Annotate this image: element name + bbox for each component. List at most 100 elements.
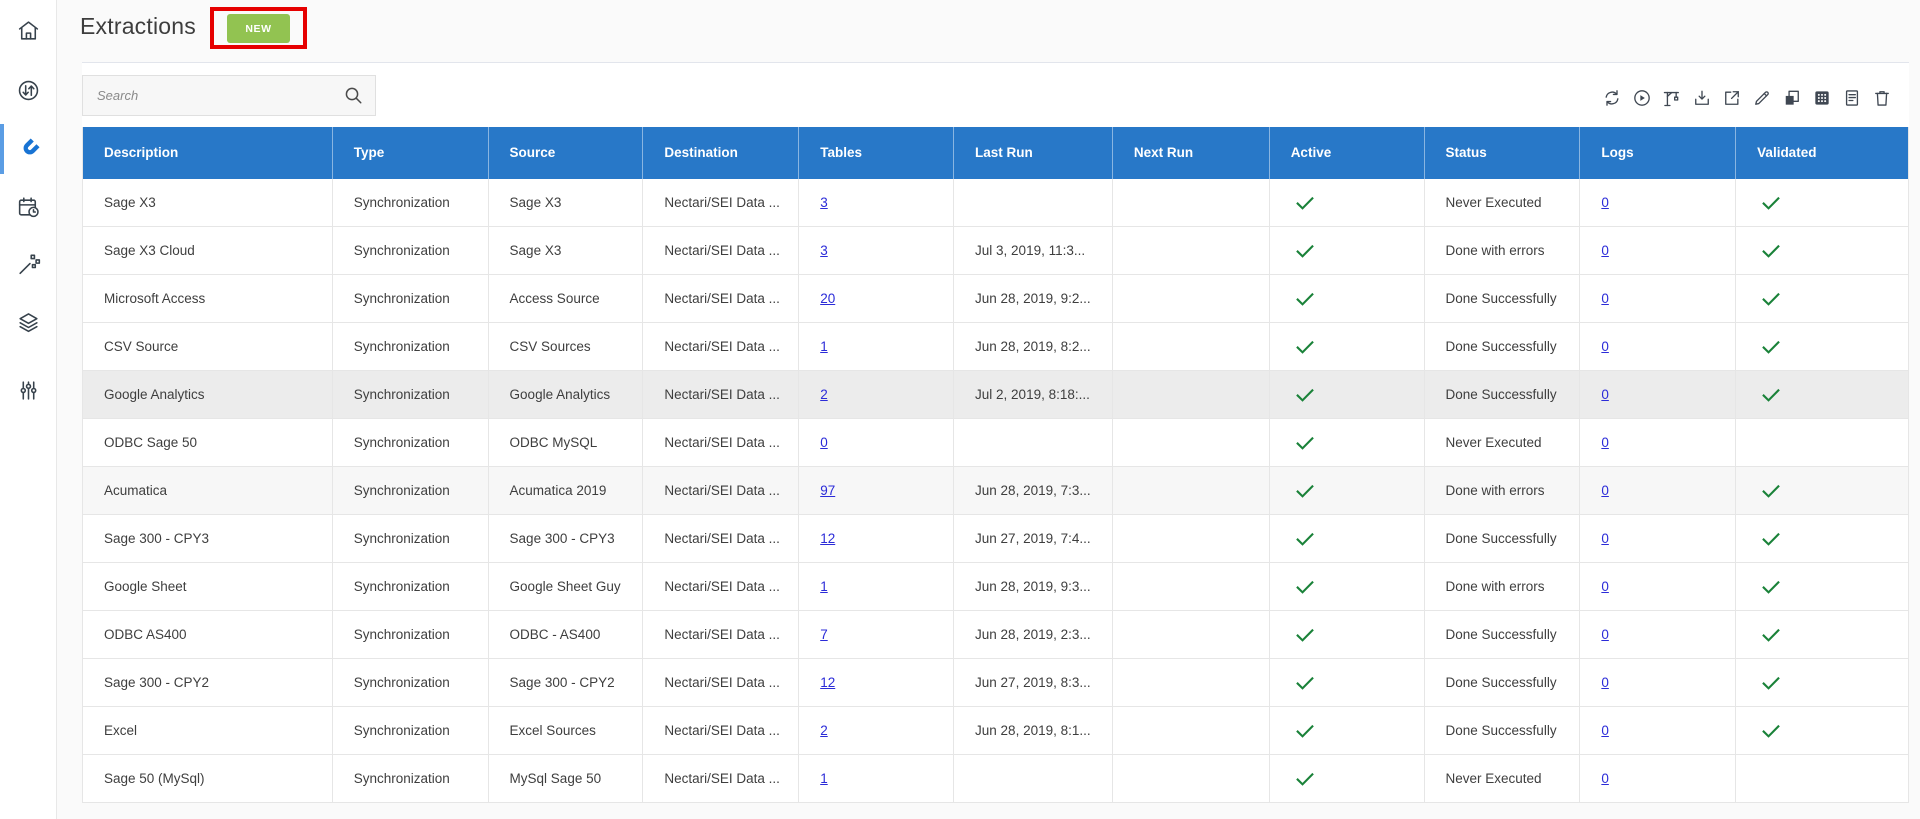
tables-link[interactable]: 1 [820,771,828,786]
table-row[interactable]: Google AnalyticsSynchronizationGoogle An… [83,371,1908,419]
logs-link[interactable]: 0 [1601,387,1609,402]
cell-status: Never Executed [1425,419,1581,467]
tables-link[interactable]: 20 [820,291,835,306]
tables-link[interactable]: 12 [820,675,835,690]
logs-link[interactable]: 0 [1601,531,1609,546]
table-row[interactable]: AcumaticaSynchronizationAcumatica 2019Ne… [83,467,1908,515]
sidebar-item-home[interactable] [0,6,57,54]
cell-destination: Nectari/SEI Data ... [643,179,799,227]
magic-wand-icon [16,252,41,277]
grid-icon[interactable] [1812,88,1832,108]
run-icon[interactable] [1632,88,1652,108]
logs-link[interactable]: 0 [1601,627,1609,642]
cell-active [1270,227,1425,275]
cell-last_run: Jul 2, 2019, 8:18:... [954,371,1113,419]
tables-link[interactable]: 1 [820,579,828,594]
cell-status: Done Successfully [1425,659,1581,707]
tables-link[interactable]: 7 [820,627,828,642]
search-icon[interactable] [343,85,364,106]
delete-icon[interactable] [1872,88,1892,108]
column-header-logs[interactable]: Logs [1580,127,1736,179]
cell-active [1270,659,1425,707]
cell-next_run [1113,227,1270,275]
search-input[interactable] [83,76,343,115]
logs-link[interactable]: 0 [1601,195,1609,210]
cell-destination: Nectari/SEI Data ... [643,323,799,371]
column-header-description[interactable]: Description [83,127,333,179]
cell-validated [1736,611,1908,659]
cell-source: Google Sheet Guy [489,563,644,611]
cell-status: Done with errors [1425,467,1581,515]
tables-link[interactable]: 12 [820,531,835,546]
tables-link[interactable]: 0 [820,435,828,450]
log-icon[interactable] [1842,88,1862,108]
import-icon[interactable] [1692,88,1712,108]
cell-tables: 2 [799,371,954,419]
cell-next_run [1113,275,1270,323]
cell-destination: Nectari/SEI Data ... [643,419,799,467]
logs-link[interactable]: 0 [1601,579,1609,594]
column-header-validated[interactable]: Validated [1736,127,1908,179]
logs-link[interactable]: 0 [1601,723,1609,738]
tables-link[interactable]: 3 [820,195,828,210]
cell-tables: 3 [799,227,954,275]
tables-link[interactable]: 2 [820,723,828,738]
sidebar-item-transformations[interactable] [0,240,57,288]
table-row[interactable]: ExcelSynchronizationExcel SourcesNectari… [83,707,1908,755]
magnet-extractions-icon [16,137,41,162]
tables-link[interactable]: 2 [820,387,828,402]
table-scrollbar[interactable] [1910,126,1920,803]
table-row[interactable]: Sage X3 CloudSynchronizationSage X3Necta… [83,227,1908,275]
table-row[interactable]: Sage 300 - CPY2SynchronizationSage 300 -… [83,659,1908,707]
build-icon[interactable] [1662,88,1682,108]
cell-logs: 0 [1580,323,1736,371]
column-header-destination[interactable]: Destination [643,127,799,179]
column-header-active[interactable]: Active [1270,127,1425,179]
tables-link[interactable]: 3 [820,243,828,258]
logs-link[interactable]: 0 [1601,291,1609,306]
edit-icon[interactable] [1752,88,1772,108]
logs-link[interactable]: 0 [1601,243,1609,258]
tables-link[interactable]: 1 [820,339,828,354]
table-row[interactable]: ODBC Sage 50SynchronizationODBC MySQLNec… [83,419,1908,467]
cell-active [1270,755,1425,803]
column-header-last_run[interactable]: Last Run [954,127,1113,179]
duplicate-icon[interactable] [1782,88,1802,108]
cell-description: Sage 50 (MySql) [83,755,333,803]
tables-link[interactable]: 97 [820,483,835,498]
table-row[interactable]: Sage 300 - CPY3SynchronizationSage 300 -… [83,515,1908,563]
cell-description: Sage X3 [83,179,333,227]
column-header-source[interactable]: Source [489,127,644,179]
sidebar-item-extractions[interactable] [0,125,57,173]
table-row[interactable]: Microsoft AccessSynchronizationAccess So… [83,275,1908,323]
sidebar-item-data-transfer[interactable] [0,66,57,114]
column-header-type[interactable]: Type [333,127,489,179]
active-check-icon [1294,480,1316,502]
refresh-icon[interactable] [1602,88,1622,108]
table-row[interactable]: Google SheetSynchronizationGoogle Sheet … [83,563,1908,611]
logs-link[interactable]: 0 [1601,339,1609,354]
cell-destination: Nectari/SEI Data ... [643,227,799,275]
table-row[interactable]: ODBC AS400SynchronizationODBC - AS400Nec… [83,611,1908,659]
sidebar-item-layers[interactable] [0,298,57,346]
logs-link[interactable]: 0 [1601,771,1609,786]
logs-link[interactable]: 0 [1601,435,1609,450]
column-header-next_run[interactable]: Next Run [1113,127,1270,179]
new-button[interactable]: NEW [227,14,290,43]
column-header-tables[interactable]: Tables [799,127,954,179]
column-header-status[interactable]: Status [1425,127,1581,179]
table-row[interactable]: Sage 50 (MySql)SynchronizationMySql Sage… [83,755,1908,803]
logs-link[interactable]: 0 [1601,483,1609,498]
table-row[interactable]: CSV SourceSynchronizationCSV SourcesNect… [83,323,1908,371]
cell-description: Sage X3 Cloud [83,227,333,275]
logs-link[interactable]: 0 [1601,675,1609,690]
table-header-row: DescriptionTypeSourceDestinationTablesLa… [83,127,1908,179]
cell-logs: 0 [1580,755,1736,803]
active-check-icon [1294,288,1316,310]
sidebar-item-settings[interactable] [0,366,57,414]
table-row[interactable]: Sage X3SynchronizationSage X3Nectari/SEI… [83,179,1908,227]
export-icon[interactable] [1722,88,1742,108]
sidebar-item-schedule[interactable] [0,183,57,231]
cell-next_run [1113,611,1270,659]
cell-type: Synchronization [333,707,489,755]
